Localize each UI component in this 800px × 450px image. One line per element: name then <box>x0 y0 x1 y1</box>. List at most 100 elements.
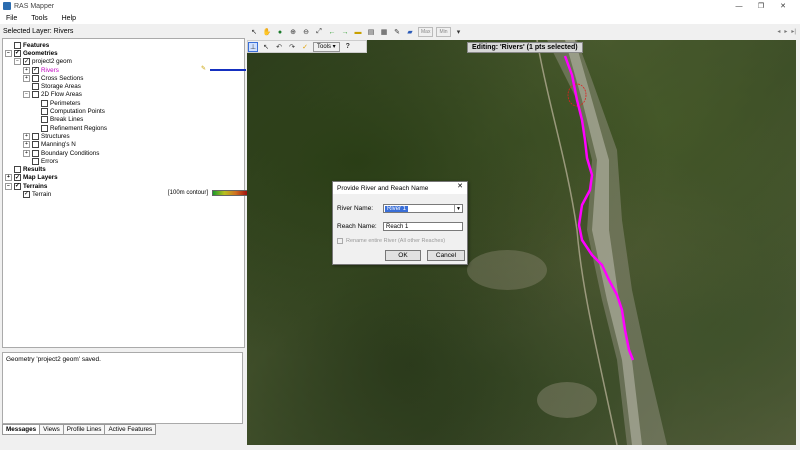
max-button[interactable]: Max <box>418 27 434 37</box>
maximize-button[interactable]: ❐ <box>750 0 772 12</box>
tree-node-computation-points[interactable]: Computation Points <box>5 107 244 116</box>
expand-icon[interactable]: + <box>23 141 30 149</box>
edit-pencil-icon[interactable]: ✎ <box>201 65 206 72</box>
pointer-icon[interactable]: ↖ <box>249 27 259 37</box>
menu-tools[interactable]: Tools <box>31 15 47 22</box>
move-vertex-icon[interactable]: ↖ <box>261 42 271 52</box>
tree-node-results[interactable]: Results <box>5 165 244 174</box>
checkbox[interactable]: ✓ <box>14 174 21 182</box>
step-forward-icon[interactable]: ▸| <box>791 28 796 35</box>
tree-node-map-layers[interactable]: + ✓ Map Layers <box>5 174 244 182</box>
pan-hand-icon[interactable]: ✋ <box>262 27 272 37</box>
profile-icon[interactable]: ▤ <box>366 27 376 37</box>
collapse-icon[interactable]: − <box>14 58 21 66</box>
tree-node-boundary-conditions[interactable]: + Boundary Conditions <box>5 149 244 157</box>
checkbox[interactable] <box>32 83 39 91</box>
tab-views[interactable]: Views <box>39 424 64 435</box>
plot-icon[interactable]: ▦ <box>379 27 389 37</box>
rename-river-checkbox[interactable] <box>337 238 343 244</box>
tree-node-break-lines[interactable]: Break Lines <box>5 116 244 124</box>
layer-tree: Features − ✓ Geometries − ✓ project2 geom + ✓… <box>2 38 249 348</box>
min-button[interactable]: Min <box>436 27 451 37</box>
tree-node-errors[interactable]: Errors <box>5 157 244 165</box>
checkbox[interactable] <box>32 141 39 149</box>
expand-icon[interactable]: + <box>23 132 30 140</box>
tree-node-2d-flow-areas[interactable]: −2D Flow Areas <box>5 91 244 99</box>
animation-icon[interactable]: ▰ <box>405 27 415 37</box>
checkbox[interactable]: ✓ <box>23 190 30 198</box>
dialog-title-bar: Provide River and Reach Name ✕ <box>333 182 467 194</box>
expand-icon[interactable]: + <box>23 149 30 157</box>
checkbox[interactable] <box>32 91 39 99</box>
messages-panel: Geometry 'project2 geom' saved. <box>2 352 243 424</box>
dropdown-chevron-icon[interactable]: ▾ <box>454 27 464 37</box>
editing-status-label: Editing: 'Rivers' (1 pts selected) <box>467 42 583 53</box>
tree-node-terrains[interactable]: − ✓ Terrains <box>5 182 244 190</box>
tree-node-storage-areas[interactable]: Storage Areas <box>5 82 244 91</box>
tree-node-features[interactable]: Features <box>5 41 244 49</box>
pencil-icon[interactable]: ✎ <box>392 27 402 37</box>
tree-node-project-geom[interactable]: − ✓ project2 geom <box>5 58 244 66</box>
rename-river-label: Rename entire River (All other Reaches) <box>346 238 446 244</box>
step-back-icon[interactable]: ◂ <box>777 28 780 35</box>
checkbox[interactable]: ✓ <box>14 182 21 190</box>
checkbox[interactable] <box>32 157 39 165</box>
expand-icon[interactable]: + <box>23 74 30 82</box>
close-button[interactable]: ✕ <box>772 0 794 12</box>
tree-node-rivers[interactable]: + ✓ Rivers ✎ <box>5 65 246 74</box>
checkbox[interactable] <box>14 41 21 49</box>
checkbox[interactable] <box>32 132 39 140</box>
checkbox[interactable]: ✓ <box>23 58 30 66</box>
tree-node-cross-sections[interactable]: + Cross Sections <box>5 74 244 82</box>
checkbox[interactable]: ✓ <box>32 66 39 74</box>
checkbox[interactable]: ✓ <box>14 49 21 57</box>
tree-node-mannings-n[interactable]: + Manning's N <box>5 141 244 149</box>
full-extent-icon[interactable]: ⤢ <box>314 27 324 37</box>
zoom-in-icon[interactable]: ⊕ <box>288 27 298 37</box>
forward-arrow-icon[interactable]: → <box>340 27 350 37</box>
tree-node-perimeters[interactable]: Perimeters <box>5 99 244 107</box>
globe-icon[interactable]: ● <box>275 27 285 37</box>
ok-button[interactable]: OK <box>385 250 421 261</box>
tree-node-terrain[interactable]: ✓ Terrain [100m contour] <box>5 190 249 198</box>
checkbox[interactable] <box>41 108 48 116</box>
play-icon[interactable]: ▸ <box>784 28 787 35</box>
tree-node-refinement-regions[interactable]: Refinement Regions <box>5 124 244 132</box>
checkbox[interactable] <box>41 116 48 124</box>
menu-file[interactable]: File <box>6 15 17 22</box>
cancel-button[interactable]: Cancel <box>427 250 465 261</box>
help-button[interactable]: ? <box>343 42 353 52</box>
checkbox[interactable] <box>41 124 48 132</box>
expand-icon[interactable]: + <box>5 174 12 182</box>
checkbox[interactable] <box>41 99 48 107</box>
collapse-icon[interactable]: − <box>5 182 12 190</box>
checkbox[interactable] <box>14 166 21 174</box>
tree-node-geometries[interactable]: − ✓ Geometries <box>5 49 244 57</box>
checkbox[interactable] <box>32 74 39 82</box>
river-legend-line <box>210 68 246 71</box>
undo-icon[interactable]: ↶ <box>274 42 284 52</box>
tools-dropdown[interactable]: Tools ▾ <box>313 41 340 52</box>
dialog-close-icon[interactable]: ✕ <box>457 182 463 190</box>
back-arrow-icon[interactable]: ← <box>327 27 337 37</box>
expand-icon[interactable]: + <box>23 66 30 74</box>
redo-icon[interactable]: ↷ <box>287 42 297 52</box>
tab-active-features[interactable]: Active Features <box>104 424 157 435</box>
river-reach-dialog: Provide River and Reach Name ✕ River Nam… <box>332 181 468 265</box>
minimize-button[interactable]: — <box>728 0 750 12</box>
collapse-icon[interactable]: − <box>5 49 12 57</box>
measure-icon[interactable]: ▬ <box>353 27 363 37</box>
menu-help[interactable]: Help <box>62 15 76 22</box>
chevron-down-icon[interactable]: ▼ <box>454 205 462 212</box>
tab-profile-lines[interactable]: Profile Lines <box>62 424 106 435</box>
collapse-icon[interactable]: − <box>23 91 30 99</box>
checkbox[interactable] <box>32 149 39 157</box>
tab-messages[interactable]: Messages <box>2 424 41 435</box>
tree-node-structures[interactable]: + Structures <box>5 132 244 140</box>
river-name-combo[interactable]: River 1 ▼ <box>383 204 463 213</box>
select-edit-icon[interactable]: ⊥ <box>248 41 258 52</box>
zoom-out-icon[interactable]: ⊖ <box>301 27 311 37</box>
map-canvas[interactable] <box>247 40 796 445</box>
check-icon[interactable]: ✓ <box>300 42 310 52</box>
reach-name-input[interactable]: Reach 1 <box>383 222 463 231</box>
